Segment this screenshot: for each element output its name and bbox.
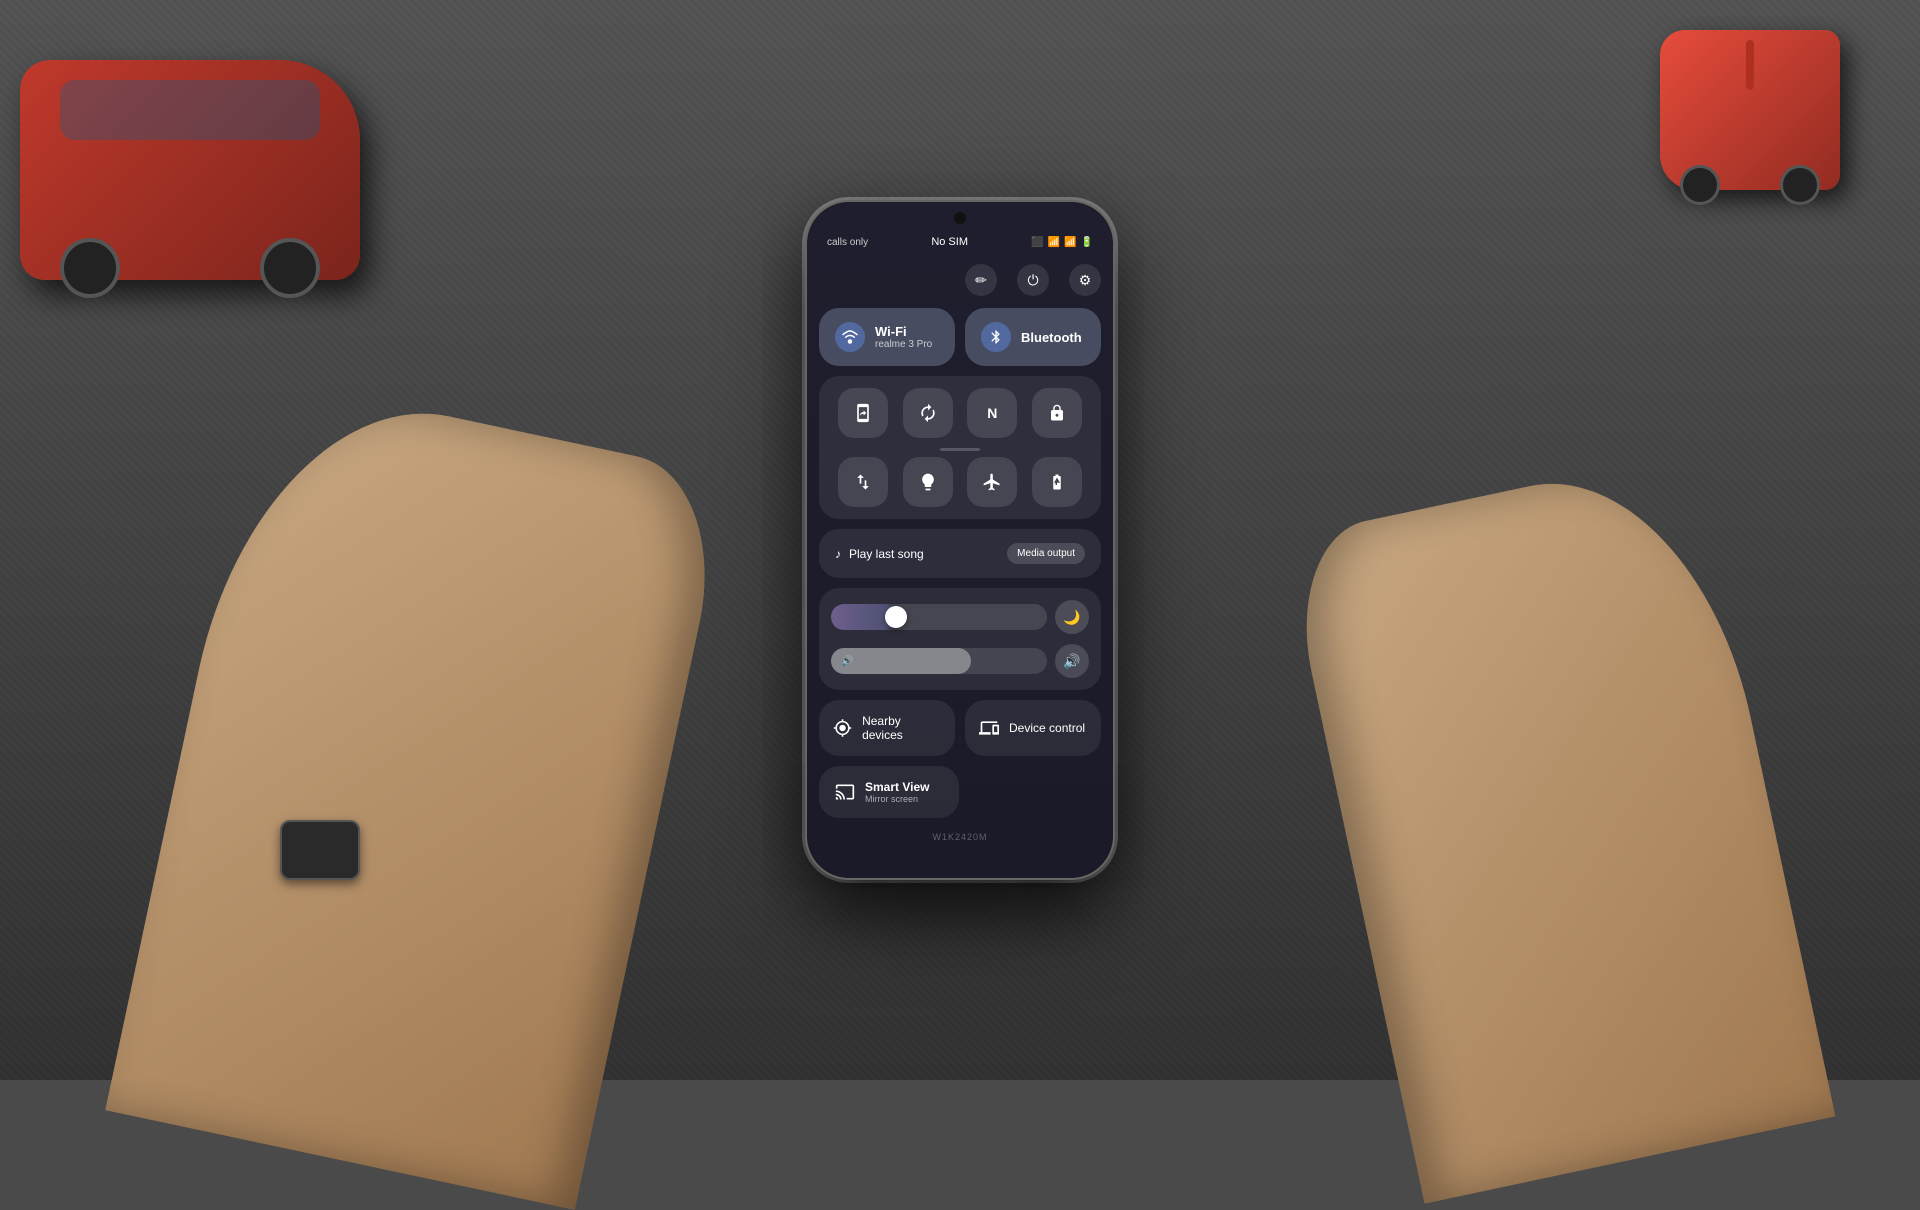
nearby-devices-icon: [833, 718, 852, 738]
phone-body: calls only No SIM ⬛ 📶 📶 🔋 ✏ ⏻ ⚙: [805, 200, 1115, 880]
wifi-title: Wi-Fi: [875, 324, 932, 339]
bluetooth-tile-text: Bluetooth: [1021, 330, 1082, 345]
settings-button[interactable]: ⚙: [1069, 264, 1101, 296]
volume-button[interactable]: 🔊: [1055, 644, 1089, 678]
wifi-subtitle: realme 3 Pro: [875, 339, 932, 350]
power-button[interactable]: ⏻: [1017, 264, 1049, 296]
smart-view-text: Smart View Mirror screen: [865, 780, 929, 804]
battery-icon: [1048, 473, 1066, 491]
smart-view-subtitle: Mirror screen: [865, 794, 929, 804]
device-control-icon: [979, 718, 999, 738]
small-tiles-grid: N: [819, 376, 1101, 519]
toy-scooter-right: [1660, 30, 1840, 190]
brightness-slider-row: 🌙: [831, 600, 1089, 634]
do-not-disturb-button[interactable]: 🌙: [1055, 600, 1089, 634]
volume-track[interactable]: 🔊: [831, 648, 1047, 674]
rotate-tile[interactable]: [903, 388, 953, 438]
status-no-sim: No SIM: [931, 236, 968, 248]
media-info: ♪ Play last song: [835, 547, 924, 561]
smart-view-title: Smart View: [865, 780, 929, 794]
screenshot-icon: [853, 403, 873, 423]
bluetooth-icon: [981, 322, 1011, 352]
screen-lock-tile[interactable]: [1032, 388, 1082, 438]
brightness-track[interactable]: [831, 604, 1047, 630]
nfc-icon: N: [987, 405, 997, 421]
data-transfer-tile[interactable]: [838, 457, 888, 507]
model-number: W1K2420M: [819, 828, 1101, 850]
flashlight-tile[interactable]: [903, 457, 953, 507]
nearby-devices-label: Nearby devices: [862, 714, 941, 742]
lock-icon: [1048, 404, 1066, 422]
battery-saver-tile[interactable]: [1032, 457, 1082, 507]
nfc-tile[interactable]: N: [967, 388, 1017, 438]
transfer-icon: [853, 472, 873, 492]
screenshot-tile[interactable]: [838, 388, 888, 438]
signal-icon: 📶: [1064, 237, 1076, 248]
media-label: Play last song: [849, 547, 924, 561]
brightness-thumb[interactable]: [885, 606, 907, 628]
phone-screen: calls only No SIM ⬛ 📶 📶 🔋 ✏ ⏻ ⚙: [807, 202, 1113, 878]
bluetooth-svg: [988, 329, 1004, 345]
smart-view-icon: [835, 782, 855, 802]
wifi-status-icon: 📶: [1048, 237, 1060, 248]
wifi-icon: [835, 322, 865, 352]
camera-notch: [954, 212, 966, 224]
volume-indicator-icon: 🔊: [841, 656, 853, 667]
top-action-icons: ✏ ⏻ ⚙: [819, 260, 1101, 308]
bottom-tiles-row: Nearby devices Device control: [819, 700, 1101, 756]
media-output-button[interactable]: Media output: [1007, 543, 1085, 564]
screen-record-icon: ⬛: [1031, 237, 1043, 248]
rotate-icon: [918, 403, 938, 423]
volume-slider-row: 🔊 🔊: [831, 644, 1089, 678]
airplane-mode-tile[interactable]: [967, 457, 1017, 507]
device-control-tile[interactable]: Device control: [965, 700, 1101, 756]
sliders-container: 🌙 🔊 🔊: [819, 588, 1101, 690]
small-tiles-row-2: [831, 457, 1089, 507]
nearby-devices-tile[interactable]: Nearby devices: [819, 700, 955, 756]
grid-divider: [940, 448, 980, 451]
toy-car-left: [20, 60, 360, 280]
device-control-label: Device control: [1009, 721, 1085, 735]
media-tile[interactable]: ♪ Play last song Media output: [819, 529, 1101, 578]
small-tiles-row-1: N: [831, 388, 1089, 438]
wifi-svg: [841, 328, 859, 346]
airplane-icon: [982, 472, 1002, 492]
music-note-icon: ♪: [835, 547, 841, 561]
wristwatch: [280, 820, 360, 880]
edit-button[interactable]: ✏: [965, 264, 997, 296]
bluetooth-tile[interactable]: Bluetooth: [965, 308, 1101, 366]
wifi-tile-text: Wi-Fi realme 3 Pro: [875, 324, 932, 350]
battery-icon: 🔋: [1081, 237, 1093, 248]
volume-fill: 🔊: [831, 648, 971, 674]
status-icons: ⬛ 📶 📶 🔋: [1031, 237, 1093, 248]
connectivity-tiles: Wi-Fi realme 3 Pro Bluetooth: [819, 308, 1101, 366]
smart-view-tile[interactable]: Smart View Mirror screen: [819, 766, 959, 818]
status-calls-only: calls only: [827, 237, 868, 248]
flashlight-icon: [918, 472, 938, 492]
status-bar: calls only No SIM ⬛ 📶 📶 🔋: [807, 224, 1113, 256]
bluetooth-title: Bluetooth: [1021, 330, 1082, 345]
wifi-tile[interactable]: Wi-Fi realme 3 Pro: [819, 308, 955, 366]
quick-settings-panel: ✏ ⏻ ⚙ Wi-Fi realme 3 Pro: [807, 256, 1113, 878]
